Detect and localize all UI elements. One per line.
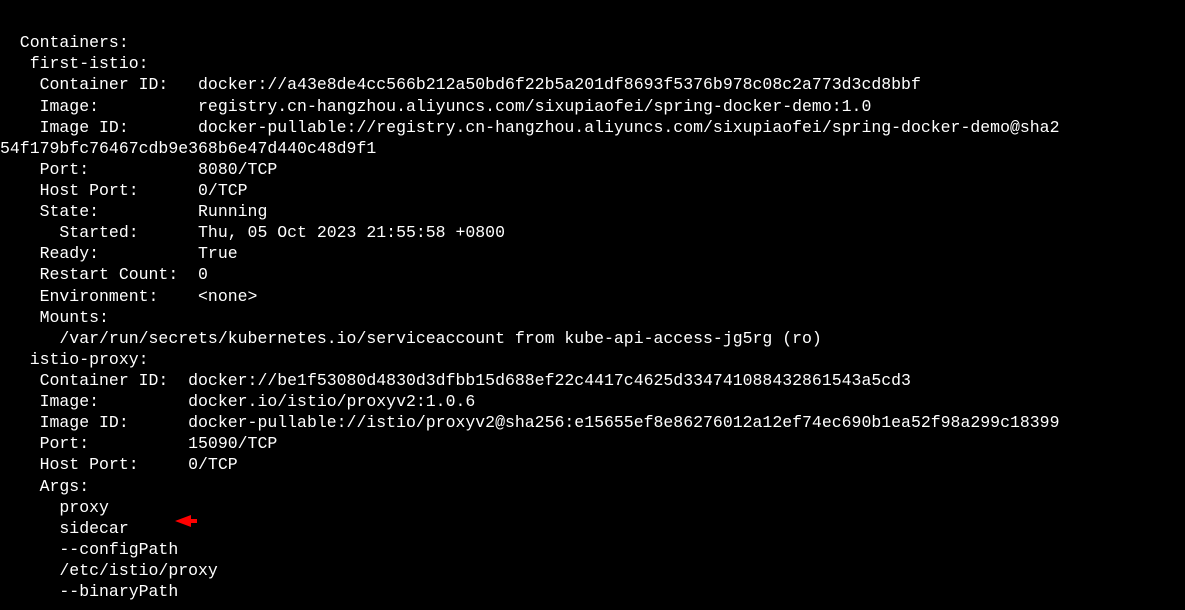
line-10: Started: Thu, 05 Oct 2023 21:55:58 +0800 xyxy=(0,223,505,242)
line-14: Mounts: xyxy=(0,308,109,327)
line-15: /var/run/secrets/kubernetes.io/serviceac… xyxy=(0,329,822,348)
annotation-arrow-icon xyxy=(175,515,191,527)
line-26: /etc/istio/proxy xyxy=(0,561,218,580)
line-1: Containers: xyxy=(0,33,129,52)
line-11: Ready: True xyxy=(0,244,238,263)
line-21: Host Port: 0/TCP xyxy=(0,455,238,474)
line-3: Container ID: docker://a43e8de4cc566b212… xyxy=(0,75,921,94)
line-20: Port: 15090/TCP xyxy=(0,434,277,453)
line-2: first-istio: xyxy=(0,54,149,73)
line-8: Host Port: 0/TCP xyxy=(0,181,248,200)
line-12: Restart Count: 0 xyxy=(0,265,208,284)
line-18: Image: docker.io/istio/proxyv2:1.0.6 xyxy=(0,392,475,411)
line-9: State: Running xyxy=(0,202,267,221)
terminal-output: Containers: first-istio: Container ID: d… xyxy=(0,0,1059,602)
line-4: Image: registry.cn-hangzhou.aliyuncs.com… xyxy=(0,97,871,116)
line-13: Environment: <none> xyxy=(0,287,257,306)
line-23: proxy xyxy=(0,498,109,517)
line-24: sidecar xyxy=(0,519,129,538)
line-16: istio-proxy: xyxy=(0,350,149,369)
line-5: Image ID: docker-pullable://registry.cn-… xyxy=(0,118,1059,137)
line-7: Port: 8080/TCP xyxy=(0,160,277,179)
line-19: Image ID: docker-pullable://istio/proxyv… xyxy=(0,413,1059,432)
line-25: --configPath xyxy=(0,540,178,559)
line-27: --binaryPath xyxy=(0,582,178,601)
line-6: 54f179bfc76467cdb9e368b6e47d440c48d9f1 xyxy=(0,139,376,158)
line-22: Args: xyxy=(0,477,89,496)
line-17: Container ID: docker://be1f53080d4830d3d… xyxy=(0,371,911,390)
